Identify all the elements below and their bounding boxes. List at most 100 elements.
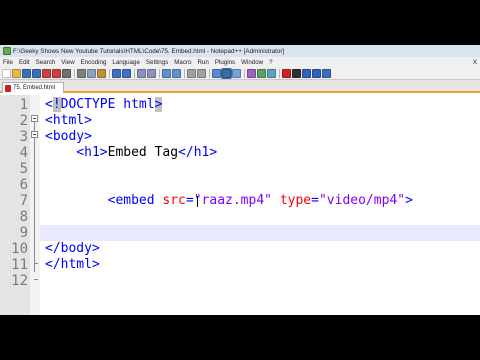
show-all-chars-icon[interactable] [221,67,232,79]
code-token: DOCTYPE html [60,97,155,112]
code-line: 12 [0,273,480,289]
menu-plugins[interactable]: Plugins [212,59,238,66]
cut-icon[interactable] [77,68,86,78]
code-text: <body> [45,129,92,145]
code-token: Embed Tag [107,145,179,160]
line-number: 6 [19,177,28,193]
toolbar-separator [184,68,185,78]
close-all-icon[interactable] [52,68,61,78]
find-icon[interactable] [137,68,146,78]
paste-icon[interactable] [97,68,106,78]
menu-settings[interactable]: Settings [143,59,171,66]
code-text: <!DOCTYPE html> [45,97,163,113]
save-icon[interactable] [22,68,31,78]
indent-guide-icon[interactable] [232,68,241,78]
toolbar-separator [159,68,160,78]
save-all-icon[interactable] [32,68,41,78]
code-line: 10 </body> [0,241,480,257]
stop-record-icon[interactable] [292,68,301,78]
close-icon[interactable] [42,68,51,78]
code-text: <html> [45,113,92,129]
code-line: 4 <h1>Embed Tag</h1> [0,145,480,161]
new-file-icon[interactable] [2,68,11,78]
menu-view[interactable]: View [58,59,77,66]
menu-macro[interactable]: Macro [171,59,194,66]
menu-search[interactable]: Search [33,59,59,66]
open-file-icon[interactable] [12,68,21,78]
code-token: > [154,97,163,112]
menu-file[interactable]: File [0,59,16,66]
toolbar-separator [244,68,245,78]
code-line: 11 </html> [0,257,480,273]
line-number: 2 [19,113,28,129]
code-token: </body> [45,241,100,256]
code-token: </h1> [178,145,218,160]
code-token: </html> [45,257,100,272]
code-token: ! [52,97,61,112]
tab-75-embed-html[interactable]: 75. Embed.html [2,82,64,93]
notepadpp-window: F:\Geeky Shows New Youtube Tutorials\HTM… [0,45,480,315]
replace-icon[interactable] [147,68,156,78]
toolbar [0,67,480,80]
toolbar-separator [74,68,75,78]
code-line: 6 [0,177,480,193]
notepadpp-app-icon [3,47,11,55]
run-macro-multiple-icon[interactable] [312,68,321,78]
menu-window[interactable]: Window [238,59,266,66]
code-text: <h1>Embed Tag</h1> [45,145,217,161]
line-number: 10 [11,241,28,257]
code-line: 7 <embed src="raaz.mp4" type="video/mp4"… [0,193,480,209]
sync-vertical-icon[interactable] [187,68,196,78]
code-token: type [279,193,312,208]
doc-map-icon[interactable] [257,68,266,78]
undo-icon[interactable] [112,68,121,78]
line-number: 1 [19,97,28,113]
code-editor[interactable]: 1 <!DOCTYPE html> 2 <html> 3 <body> 4 <h1>Embe… [0,95,480,315]
toolbar-separator [209,68,210,78]
letterbox-top [0,0,480,45]
title-bar: F:\Geeky Shows New Youtube Tutorials\HTM… [0,45,480,57]
toolbar-separator [109,68,110,78]
code-token: = [311,193,319,208]
code-token: "raaz.mp4" [193,193,272,208]
code-text: <embed src="raaz.mp4" type="video/mp4"> [45,193,413,209]
code-token: <embed [45,193,163,208]
menu-edit[interactable]: Edit [16,59,33,66]
code-token: <h1> [45,145,108,160]
line-number: 3 [19,129,28,145]
print-icon[interactable] [62,68,71,78]
line-number: 11 [11,257,28,273]
code-text: </html> [45,257,100,273]
code-line: 2 <html> [0,113,480,129]
udl-icon[interactable] [247,68,256,78]
save-macro-icon[interactable] [322,68,331,78]
copy-icon[interactable] [87,68,96,78]
menu-run[interactable]: Run [194,59,211,66]
tab-bar: 75. Embed.html [0,80,480,93]
unsaved-file-icon [5,84,11,92]
code-token: "video/mp4" [318,193,406,208]
line-number: 5 [19,161,28,177]
play-macro-icon[interactable] [302,68,311,78]
zoom-in-icon[interactable] [162,68,171,78]
code-line: 3 <body> [0,129,480,145]
code-token: < [45,97,53,112]
menu-encoding[interactable]: Encoding [78,59,110,66]
code-line: 1 <!DOCTYPE html> [0,97,480,113]
letterbox-bottom [0,315,480,360]
code-token: > [405,193,413,208]
code-line: 9 [20,225,480,241]
word-wrap-icon[interactable] [212,68,221,78]
function-list-icon[interactable] [267,68,276,78]
sync-horizontal-icon[interactable] [197,68,206,78]
code-token: = [185,193,194,208]
record-macro-icon[interactable] [282,68,291,78]
menu-help[interactable]: ? [266,59,275,66]
menu-language[interactable]: Language [109,59,143,66]
zoom-out-icon[interactable] [172,68,181,78]
window-title: F:\Geeky Shows New Youtube Tutorials\HTM… [13,47,285,55]
close-document-button[interactable]: X [473,59,480,66]
redo-icon[interactable] [122,68,131,78]
code-token: <body> [45,129,92,144]
